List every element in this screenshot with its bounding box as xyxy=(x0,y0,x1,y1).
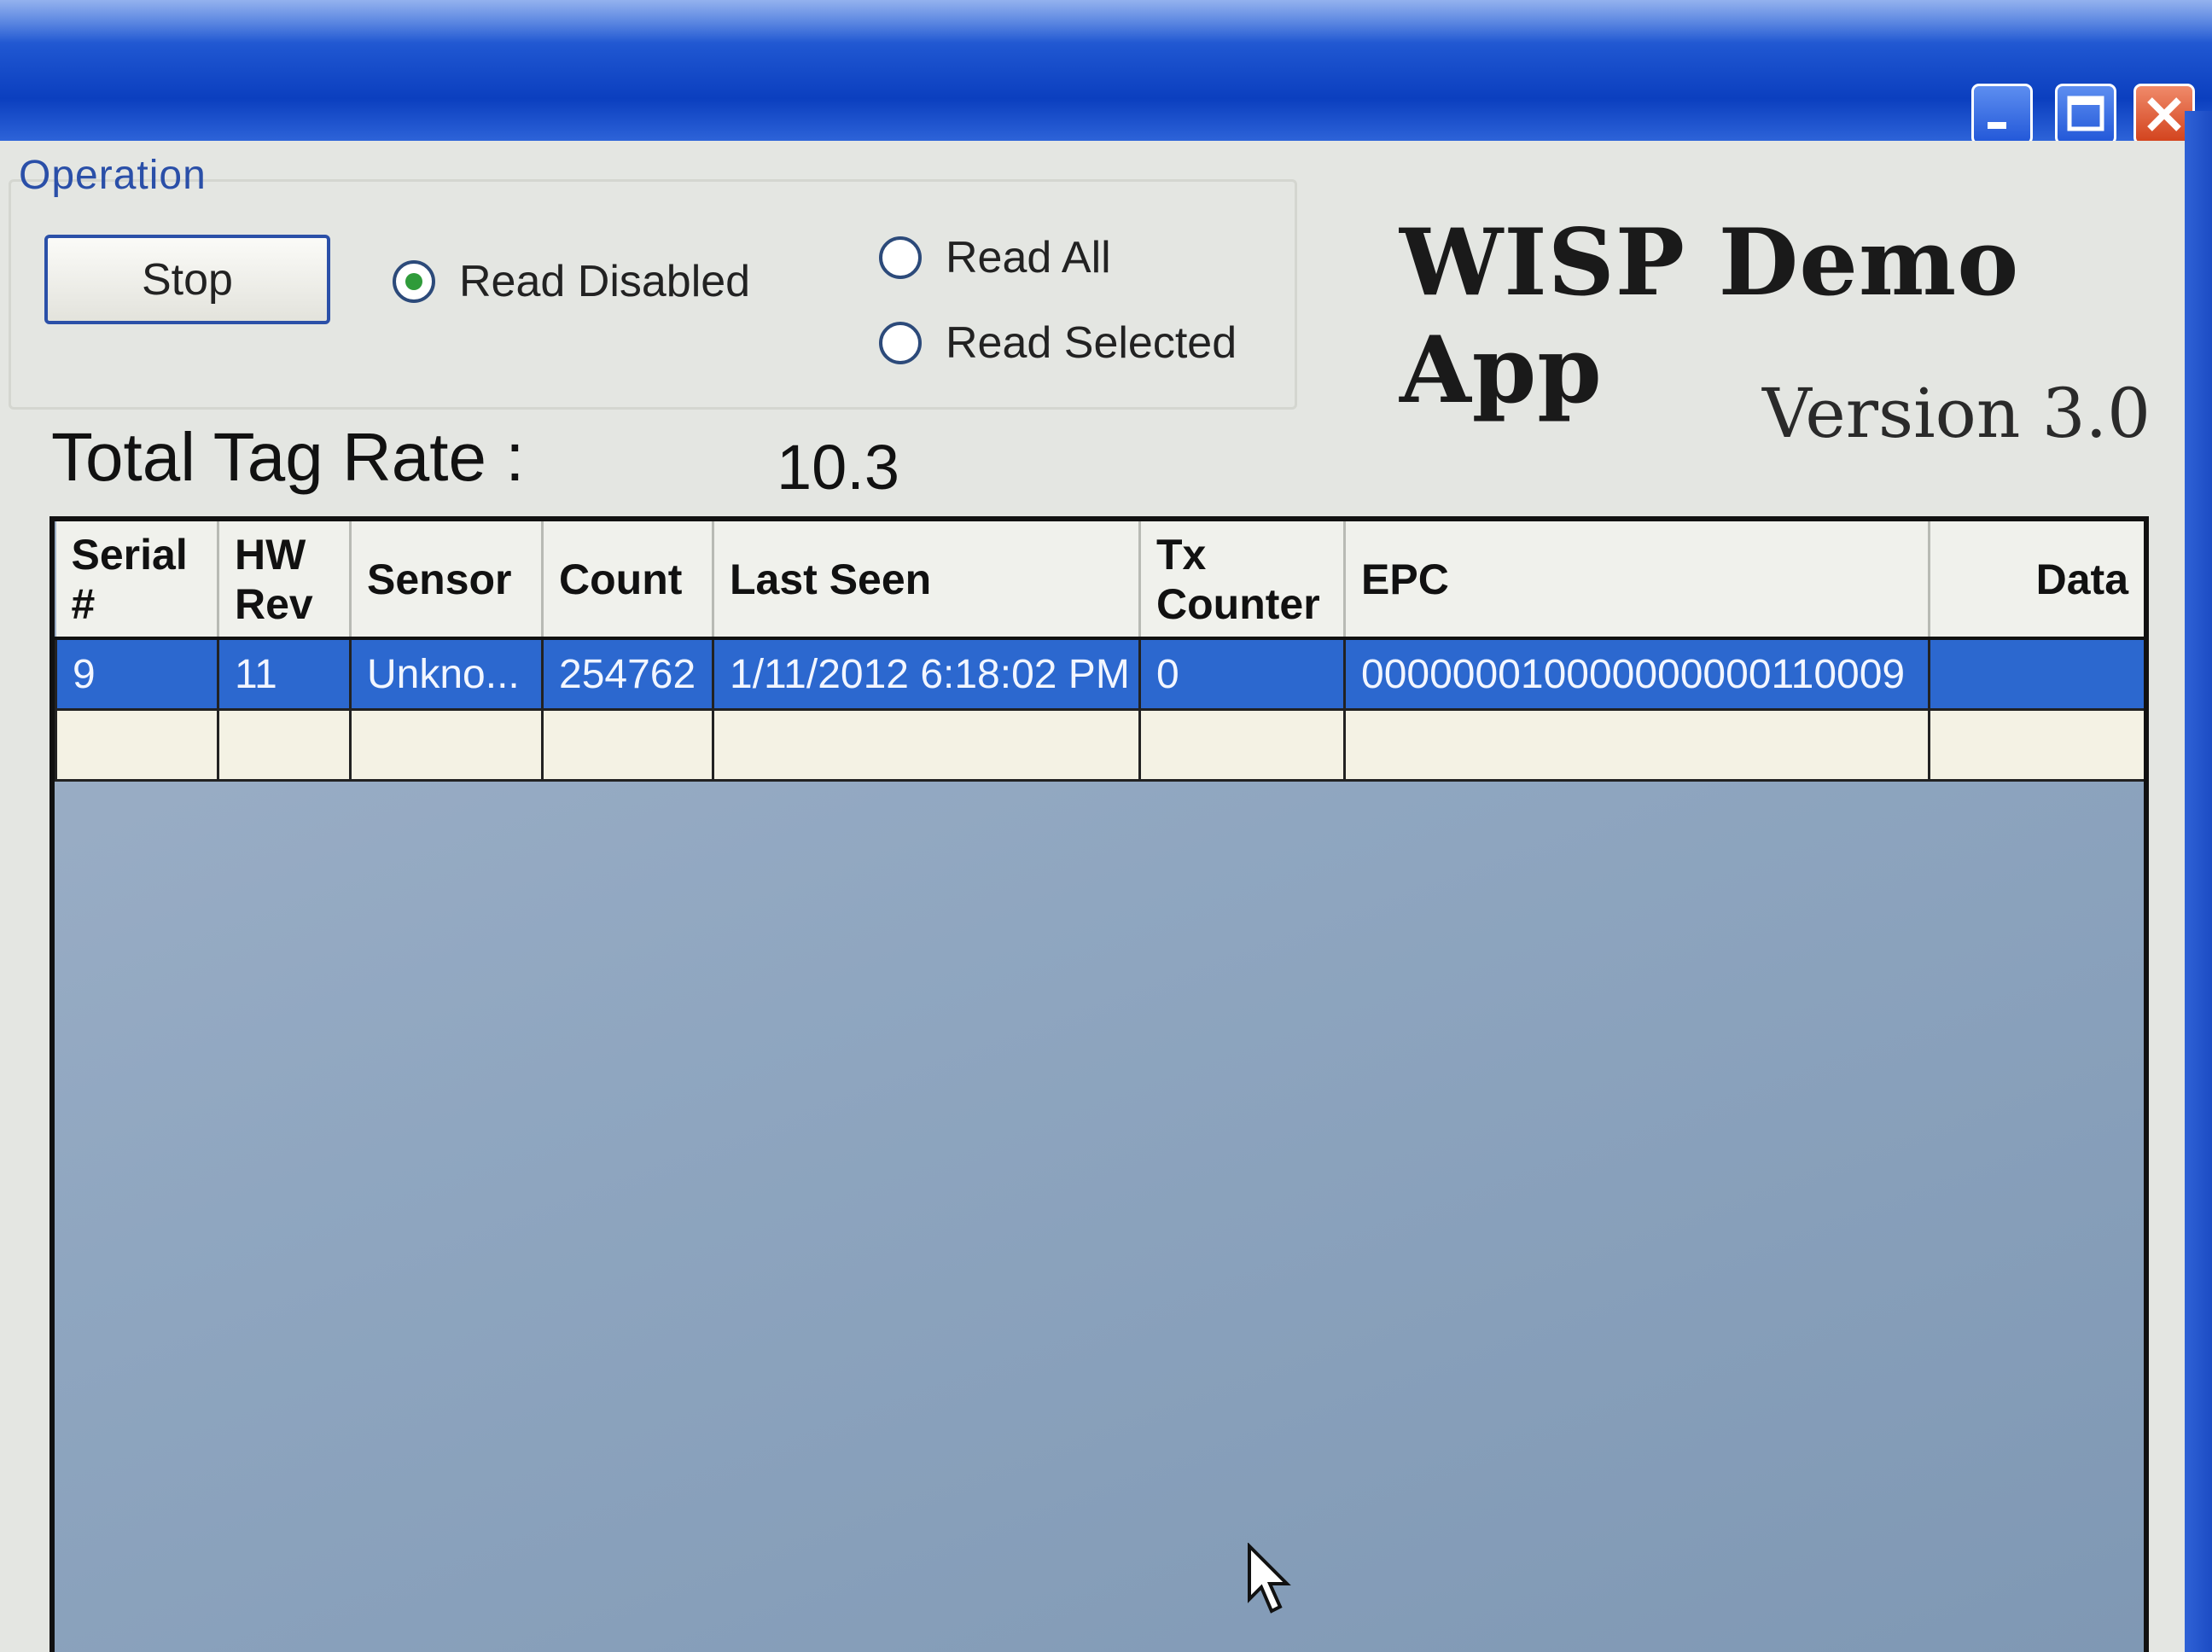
radio-checked-icon[interactable] xyxy=(393,260,435,303)
cell-empty[interactable] xyxy=(217,708,352,782)
maximize-button[interactable] xyxy=(2055,84,2116,145)
stop-button[interactable]: Stop xyxy=(44,235,330,324)
table-row[interactable]: 9 11 Unkno... 254762 1/11/2012 6:18:02 P… xyxy=(55,637,2144,711)
read-selected-label: Read Selected xyxy=(946,318,1237,368)
cell-hw-rev[interactable]: 11 xyxy=(217,637,352,711)
read-all-label: Read All xyxy=(946,233,1111,282)
cell-tx-counter[interactable]: 0 xyxy=(1138,637,1346,711)
minimize-icon xyxy=(1988,122,2006,129)
version-label: Version 3.0 xyxy=(1762,374,2151,453)
read-disabled-label: Read Disabled xyxy=(459,257,751,306)
cell-empty[interactable] xyxy=(1343,708,1930,782)
cell-empty[interactable] xyxy=(349,708,544,782)
column-header-data[interactable]: Data xyxy=(1929,521,2144,640)
mouse-cursor-icon xyxy=(1248,1543,1291,1614)
read-selected-radio[interactable]: Read Selected xyxy=(879,317,1237,369)
cell-empty[interactable] xyxy=(541,708,714,782)
cell-empty[interactable] xyxy=(1928,708,2144,782)
tag-grid[interactable]: Serial # HW Rev Sensor Count Last Seen T… xyxy=(49,516,2149,1652)
total-tag-rate-value: 10.3 xyxy=(777,432,900,503)
column-header-epc[interactable]: EPC xyxy=(1344,521,1930,640)
column-header-sensor[interactable]: Sensor xyxy=(350,521,544,640)
column-header-hw-rev[interactable]: HW Rev xyxy=(218,521,352,640)
read-all-radio[interactable]: Read All xyxy=(879,232,1111,283)
read-disabled-radio[interactable]: Read Disabled xyxy=(393,256,750,307)
column-header-count[interactable]: Count xyxy=(542,521,714,640)
cell-data[interactable] xyxy=(1928,637,2144,711)
cell-epc[interactable]: 000000010000000000110009 xyxy=(1343,637,1930,711)
cell-sensor[interactable]: Unkno... xyxy=(349,637,544,711)
cell-empty[interactable] xyxy=(712,708,1141,782)
cell-last-seen[interactable]: 1/11/2012 6:18:02 PM xyxy=(712,637,1141,711)
table-header-row: Serial # HW Rev Sensor Count Last Seen T… xyxy=(55,521,2144,640)
tag-table: Serial # HW Rev Sensor Count Last Seen T… xyxy=(55,521,2144,782)
new-row[interactable] xyxy=(55,708,2144,782)
radio-unchecked-icon[interactable] xyxy=(879,322,922,364)
radio-unchecked-icon[interactable] xyxy=(879,236,922,279)
operation-group-label: Operation xyxy=(19,153,207,198)
column-header-tx-counter[interactable]: Tx Counter xyxy=(1139,521,1346,640)
column-header-last-seen[interactable]: Last Seen xyxy=(713,521,1141,640)
maximize-icon xyxy=(2067,96,2104,131)
cell-empty[interactable] xyxy=(55,708,219,782)
cell-serial[interactable]: 9 xyxy=(55,637,219,711)
cell-count[interactable]: 254762 xyxy=(541,637,714,711)
title-bar-highlight xyxy=(0,0,2212,43)
cell-empty[interactable] xyxy=(1138,708,1346,782)
total-tag-rate-label: Total Tag Rate : xyxy=(51,419,525,495)
minimize-button[interactable] xyxy=(1971,84,2033,145)
title-bar[interactable] xyxy=(0,0,2212,145)
column-header-serial[interactable]: Serial # xyxy=(55,521,219,640)
